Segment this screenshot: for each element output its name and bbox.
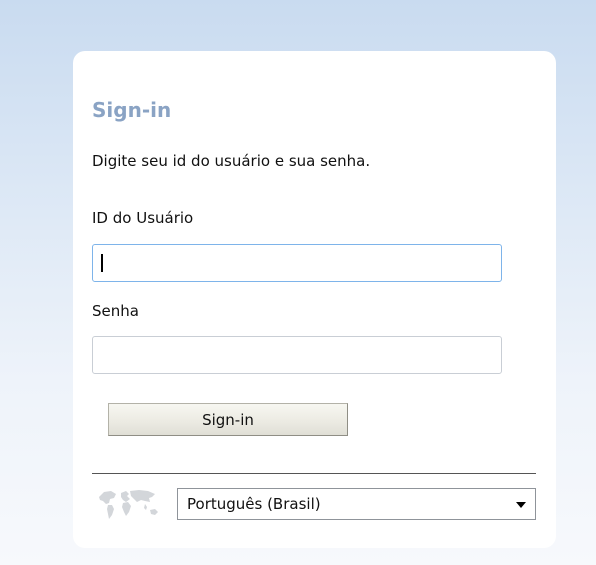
divider bbox=[92, 473, 536, 474]
user-id-input[interactable] bbox=[92, 244, 502, 282]
user-id-label: ID do Usuário bbox=[92, 209, 194, 227]
language-select[interactable]: Português (Brasil) bbox=[177, 488, 536, 520]
sign-in-button[interactable]: Sign-in bbox=[108, 403, 348, 436]
password-label: Senha bbox=[92, 302, 139, 320]
language-selected-value: Português (Brasil) bbox=[187, 495, 321, 513]
sign-in-instructions: Digite seu id do usuário e sua senha. bbox=[92, 152, 371, 170]
text-cursor bbox=[101, 254, 103, 272]
password-input[interactable] bbox=[92, 336, 502, 374]
dropdown-arrow-icon[interactable] bbox=[516, 502, 526, 508]
sign-in-title: Sign-in bbox=[92, 98, 172, 122]
sign-in-panel: Sign-in Digite seu id do usuário e sua s… bbox=[73, 51, 556, 548]
globe-icon bbox=[99, 490, 158, 519]
